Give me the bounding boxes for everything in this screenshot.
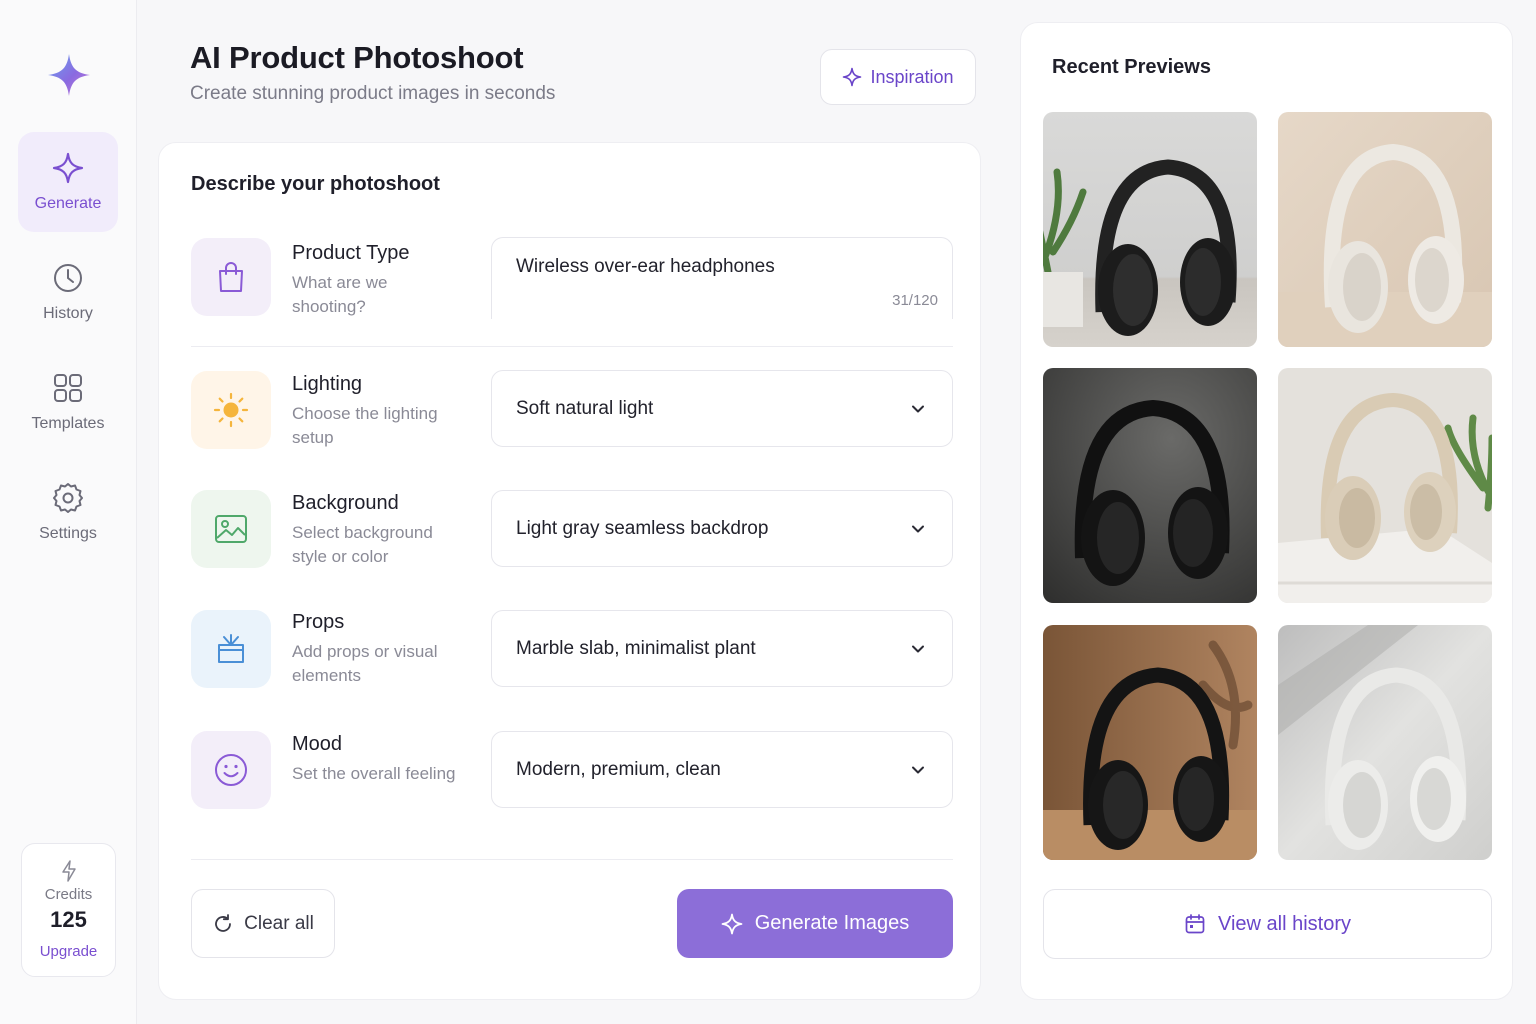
app-logo-icon[interactable] — [46, 52, 92, 98]
sidebar-item-settings[interactable]: Settings — [18, 462, 118, 562]
mood-select[interactable]: Modern, premium, clean — [491, 731, 953, 808]
credits-label: Credits — [44, 886, 93, 903]
props-description: Add props or visual elements — [292, 642, 438, 685]
background-value: Light gray seamless backdrop — [516, 517, 769, 539]
sun-icon — [213, 392, 249, 428]
smile-icon — [215, 754, 247, 786]
chevron-down-icon — [912, 525, 924, 533]
calendar-icon — [1185, 914, 1205, 934]
sidebar-item-history[interactable]: History — [18, 242, 118, 342]
sidebar-item-label: Settings — [39, 525, 97, 542]
product-type-input[interactable]: Wireless over-ear headphones 31/120 — [491, 237, 953, 319]
divider — [191, 859, 953, 860]
lighting-select[interactable]: Soft natural light — [491, 370, 953, 447]
chevron-down-icon — [912, 405, 924, 413]
background-select[interactable]: Light gray seamless backdrop — [491, 490, 953, 567]
character-counter: 31/120 — [892, 292, 938, 309]
props-title: Props — [292, 611, 345, 633]
grid-icon — [54, 374, 82, 402]
props-icon-tile — [191, 610, 271, 688]
inspiration-button[interactable]: Inspiration — [820, 49, 976, 105]
mood-title: Mood — [292, 733, 343, 755]
preview-thumbnail[interactable] — [1278, 112, 1492, 347]
inspiration-label: Inspiration — [870, 66, 954, 87]
product-type-icon-tile — [191, 238, 271, 316]
sparkle-icon — [52, 152, 84, 184]
sidebar-item-generate[interactable]: Generate — [18, 132, 118, 232]
view-all-history-button[interactable]: View all history — [1043, 889, 1492, 959]
preview-thumbnail[interactable] — [1043, 112, 1257, 347]
sparkle-icon — [843, 67, 862, 87]
refresh-icon — [215, 913, 232, 932]
background-icon-tile — [191, 490, 271, 568]
props-value: Marble slab, minimalist plant — [516, 637, 756, 659]
mood-icon-tile — [191, 731, 271, 809]
clock-icon — [54, 264, 82, 292]
bolt-icon — [61, 860, 76, 882]
mood-value: Modern, premium, clean — [516, 758, 721, 780]
lighting-icon-tile — [191, 371, 271, 449]
gift-box-icon — [218, 634, 244, 663]
clear-all-button[interactable]: Clear all — [191, 889, 335, 958]
chevron-down-icon — [912, 645, 924, 653]
chevron-down-icon — [912, 766, 924, 774]
preview-thumbnail[interactable] — [1043, 368, 1257, 603]
product-type-description: What are we shooting? — [292, 273, 388, 316]
sidebar-item-label: Templates — [31, 415, 105, 432]
background-title: Background — [292, 492, 399, 514]
view-all-history-label: View all history — [1217, 912, 1352, 935]
lighting-title: Lighting — [292, 373, 363, 395]
product-type-value: Wireless over-ear headphones — [516, 256, 775, 277]
preview-thumbnail[interactable] — [1278, 368, 1492, 603]
mood-description: Set the overall feeling — [292, 764, 456, 783]
product-type-title: Product Type — [292, 242, 410, 264]
preview-thumbnail[interactable] — [1278, 625, 1492, 860]
generate-images-label: Generate Images — [754, 912, 910, 934]
page-subtitle: Create stunning product images in second… — [190, 83, 556, 104]
sidebar-item-label: Generate — [34, 195, 102, 212]
form-heading: Describe your photoshoot — [191, 173, 440, 195]
sidebar-item-templates[interactable]: Templates — [18, 352, 118, 452]
preview-thumbnail[interactable] — [1043, 625, 1257, 860]
credits-value: 125 — [50, 907, 87, 932]
image-icon — [215, 515, 247, 543]
background-description: Select background style or color — [292, 523, 433, 566]
props-select[interactable]: Marble slab, minimalist plant — [491, 610, 953, 687]
page-title: AI Product Photoshoot — [190, 40, 524, 75]
photoshoot-form: Describe your photoshoot Product Type Wh… — [158, 142, 981, 1000]
sparkle-icon — [721, 913, 743, 934]
upgrade-link[interactable]: Upgrade — [40, 943, 98, 960]
sidebar: Generate History Templates Settings Cred… — [0, 0, 137, 1024]
gear-icon — [53, 483, 83, 513]
recent-previews-title: Recent Previews — [1052, 56, 1211, 78]
sidebar-item-label: History — [43, 305, 93, 322]
recent-previews-panel: Recent Previews View all history — [1020, 22, 1513, 1000]
divider — [191, 346, 953, 347]
clear-all-label: Clear all — [244, 912, 314, 934]
generate-images-button[interactable]: Generate Images — [677, 889, 953, 958]
lighting-value: Soft natural light — [516, 397, 654, 419]
credits-card: Credits 125 Upgrade — [21, 843, 116, 977]
shopping-bag-icon — [219, 262, 243, 292]
lighting-description: Choose the lighting setup — [292, 404, 438, 447]
